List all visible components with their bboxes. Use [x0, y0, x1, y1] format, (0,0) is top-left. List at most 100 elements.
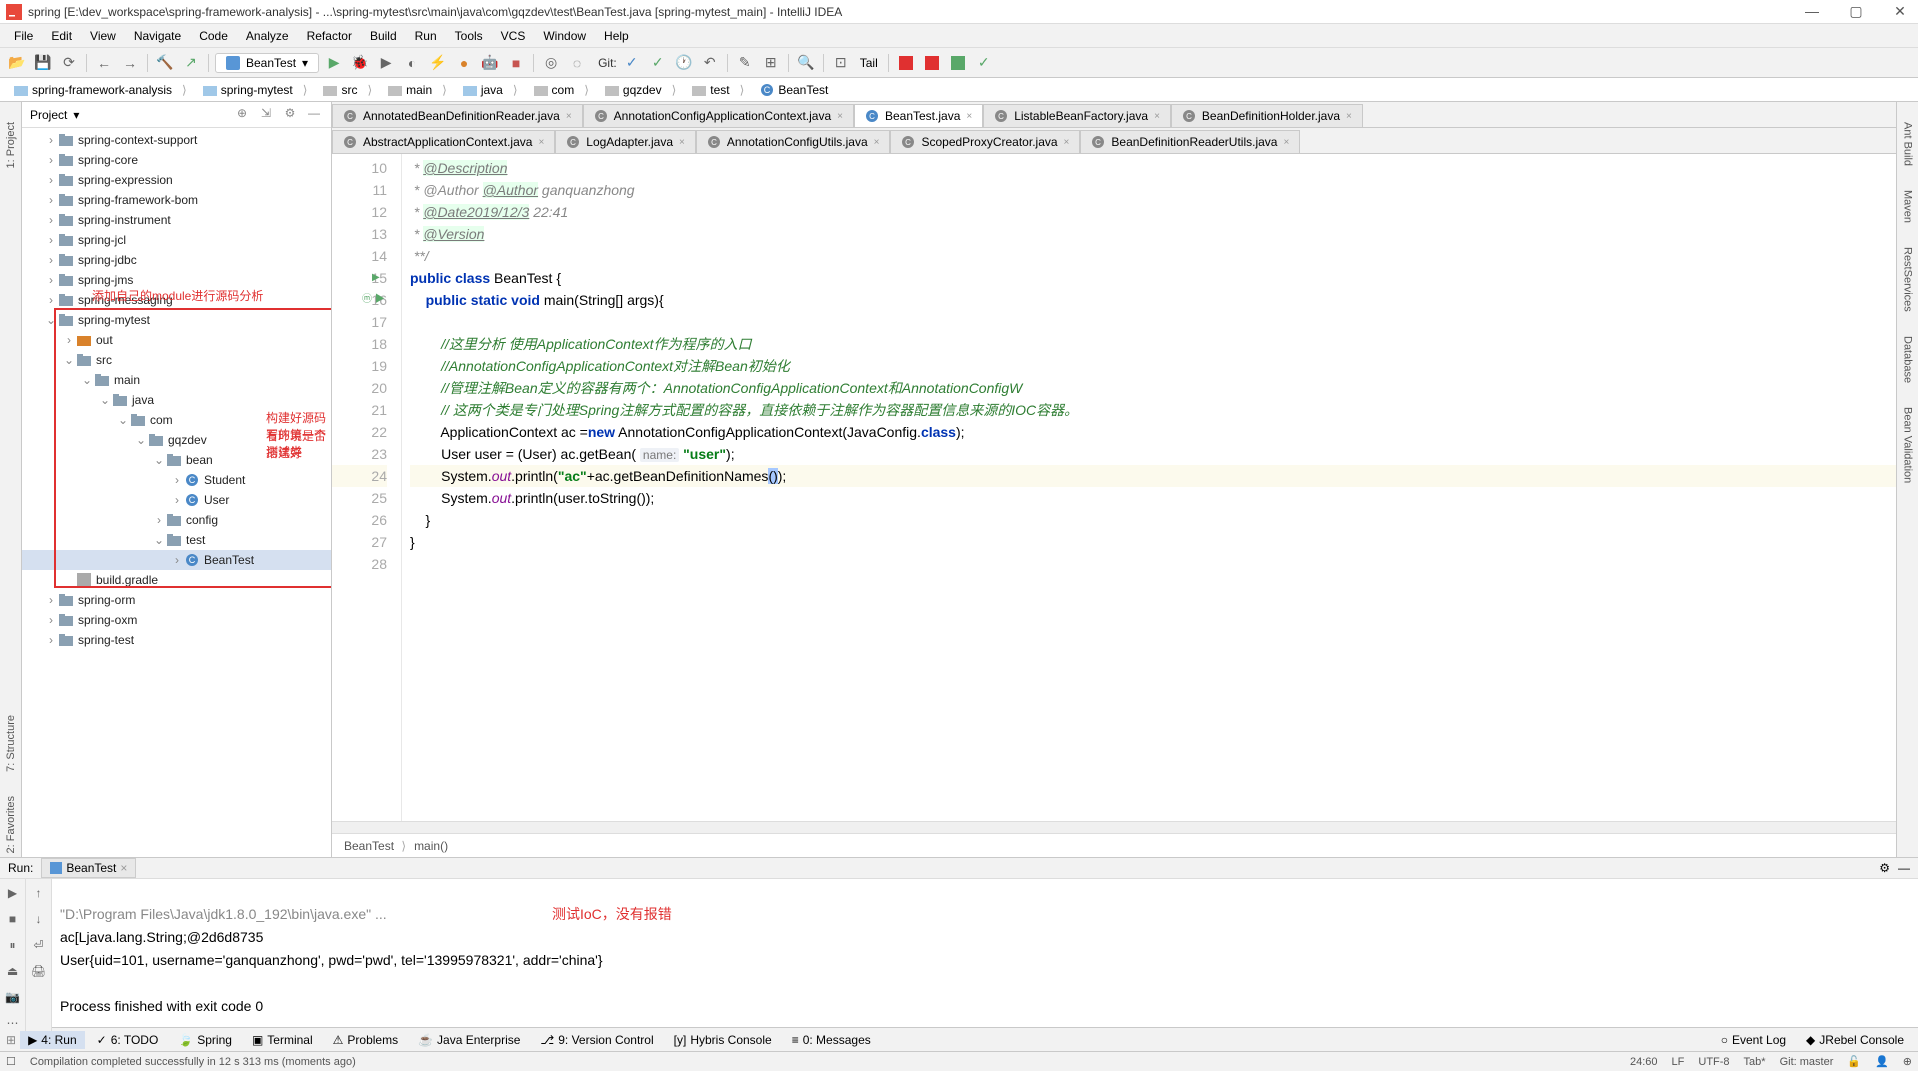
tree-toggle-icon[interactable]: ⌄ [44, 313, 58, 327]
editor-tab[interactable]: CBeanDefinitionReaderUtils.java× [1080, 130, 1300, 153]
tree-toggle-icon[interactable]: ⌄ [62, 353, 76, 367]
layout-toggle-icon[interactable]: ⊞ [6, 1033, 16, 1047]
tree-toggle-icon[interactable]: ⌄ [98, 393, 112, 407]
tree-row[interactable]: ›CUser [22, 490, 331, 510]
breadcrumb-leaf[interactable]: CBeanTest [752, 82, 846, 98]
breadcrumb-item[interactable]: java [455, 82, 526, 98]
profile-icon[interactable]: ◐ [401, 52, 423, 74]
tab-close-icon[interactable]: × [679, 137, 685, 148]
status-encoding[interactable]: UTF-8 [1698, 1056, 1729, 1068]
stop-icon[interactable]: ■ [505, 52, 527, 74]
hide-icon[interactable]: — [305, 106, 323, 124]
tree-row[interactable]: ›spring-oxm [22, 610, 331, 630]
status-more-icon[interactable]: ⊕ [1903, 1055, 1912, 1068]
gear-icon[interactable]: ⚙ [281, 106, 299, 124]
right-strip-ant[interactable]: Ant Build [1900, 118, 1916, 170]
menu-window[interactable]: Window [535, 27, 594, 45]
tree-toggle-icon[interactable]: › [170, 553, 184, 567]
debug-icon[interactable]: 🐞 [349, 52, 371, 74]
aim-icon[interactable]: ⊕ [233, 106, 251, 124]
wrap-icon[interactable]: ⏎ [29, 935, 49, 955]
hide-icon[interactable]: — [1898, 861, 1910, 875]
menu-run[interactable]: Run [407, 27, 445, 45]
breadcrumb-item[interactable]: spring-mytest [195, 82, 316, 98]
status-lock-icon[interactable]: 🔓 [1847, 1055, 1861, 1068]
edit-icon[interactable]: ✎ [734, 52, 756, 74]
inspect-icon[interactable]: ◎ [540, 52, 562, 74]
menu-refactor[interactable]: Refactor [299, 27, 360, 45]
breadcrumb-item[interactable]: main [380, 82, 455, 98]
git-update-icon[interactable]: ✓ [621, 52, 643, 74]
up-icon[interactable]: ↑ [29, 883, 49, 903]
chevron-down-icon[interactable]: ▾ [73, 108, 79, 122]
build-icon[interactable]: 🔨 [154, 52, 176, 74]
tree-row[interactable]: ›spring-jdbc [22, 250, 331, 270]
status-indent[interactable]: Tab* [1744, 1056, 1766, 1068]
tree-toggle-icon[interactable]: ⌄ [134, 433, 148, 447]
save-icon[interactable]: 💾 [32, 52, 54, 74]
tree-row[interactable]: ›spring-core [22, 150, 331, 170]
close-button[interactable]: ✕ [1888, 3, 1912, 20]
tree-toggle-icon[interactable]: › [44, 133, 58, 147]
tree-toggle-icon[interactable]: › [44, 253, 58, 267]
back-icon[interactable]: ← [93, 52, 115, 74]
tree-row[interactable]: ›spring-instrument [22, 210, 331, 230]
jrebel-icon2[interactable] [921, 52, 943, 74]
editor-tab[interactable]: CLogAdapter.java× [555, 130, 696, 153]
rerun-icon[interactable]: ▶ [3, 883, 23, 903]
gear-icon[interactable]: ⚙ [1879, 861, 1890, 875]
status-cursor[interactable]: 24:60 [1630, 1056, 1658, 1068]
tree-toggle-icon[interactable]: › [44, 273, 58, 287]
tree-row[interactable]: build.gradle [22, 570, 331, 590]
tree-row[interactable]: ›spring-framework-bom [22, 190, 331, 210]
left-strip-favorites[interactable]: 2: Favorites [3, 792, 19, 857]
editor-tab[interactable]: CAnnotatedBeanDefinitionReader.java× [332, 104, 583, 127]
tab-close-icon[interactable]: × [1154, 111, 1160, 122]
right-strip-bean[interactable]: Bean Validation [1900, 403, 1916, 487]
tree-toggle-icon[interactable]: › [44, 233, 58, 247]
editor-tab[interactable]: CScopedProxyCreator.java× [890, 130, 1080, 153]
menu-code[interactable]: Code [191, 27, 236, 45]
tree-row[interactable]: ›config [22, 510, 331, 530]
menu-view[interactable]: View [82, 27, 124, 45]
status-icon[interactable]: ☐ [6, 1055, 16, 1068]
breadcrumb-item[interactable]: gqzdev [597, 82, 684, 98]
tree-row[interactable]: ›CStudent [22, 470, 331, 490]
jrebel-icon1[interactable] [895, 52, 917, 74]
tab-close-icon[interactable]: × [1346, 111, 1352, 122]
tree-row[interactable]: ›spring-test [22, 630, 331, 650]
tab-close-icon[interactable]: × [966, 111, 972, 122]
sync-icon[interactable]: ⟳ [58, 52, 80, 74]
jrebel-icon3[interactable] [947, 52, 969, 74]
tree-toggle-icon[interactable]: ⌄ [116, 413, 130, 427]
more-icon[interactable]: ◌ [566, 52, 588, 74]
tree-toggle-icon[interactable]: › [44, 173, 58, 187]
camera-icon[interactable]: 📷 [3, 987, 23, 1007]
right-strip-rest[interactable]: RestServices [1900, 243, 1916, 316]
tree-row[interactable]: ⌄main [22, 370, 331, 390]
stop-icon[interactable]: ■ [3, 909, 23, 929]
git-revert-icon[interactable]: ↶ [699, 52, 721, 74]
git-commit-icon[interactable]: ✓ [647, 52, 669, 74]
right-strip-maven[interactable]: Maven [1900, 186, 1916, 227]
editor-tab[interactable]: CAbstractApplicationContext.java× [332, 130, 555, 153]
breadcrumb-item[interactable]: test [684, 82, 752, 98]
tree-toggle-icon[interactable]: › [44, 293, 58, 307]
forward-icon[interactable]: → [119, 52, 141, 74]
tree-toggle-icon[interactable]: › [44, 213, 58, 227]
exit-icon[interactable]: ⏏ [3, 961, 23, 981]
tree-row[interactable]: ›spring-orm [22, 590, 331, 610]
attach-icon[interactable]: ⚡ [427, 52, 449, 74]
android-icon[interactable]: 🤖 [479, 52, 501, 74]
run-config-selector[interactable]: BeanTest ▾ [215, 53, 319, 73]
editor-bc-method[interactable]: main() [414, 839, 452, 853]
editor-scrollbar[interactable] [332, 821, 1896, 833]
open-icon[interactable]: 📂 [6, 52, 28, 74]
tree-row[interactable]: ›out [22, 330, 331, 350]
tree-toggle-icon[interactable]: › [170, 493, 184, 507]
coverage-icon[interactable]: ▶ [375, 52, 397, 74]
editor-tab[interactable]: CBeanDefinitionHolder.java× [1171, 104, 1363, 127]
breadcrumb-item[interactable]: com [526, 82, 597, 98]
tree-toggle-icon[interactable]: ⌄ [152, 533, 166, 547]
left-strip-project[interactable]: 1: Project [3, 118, 19, 172]
